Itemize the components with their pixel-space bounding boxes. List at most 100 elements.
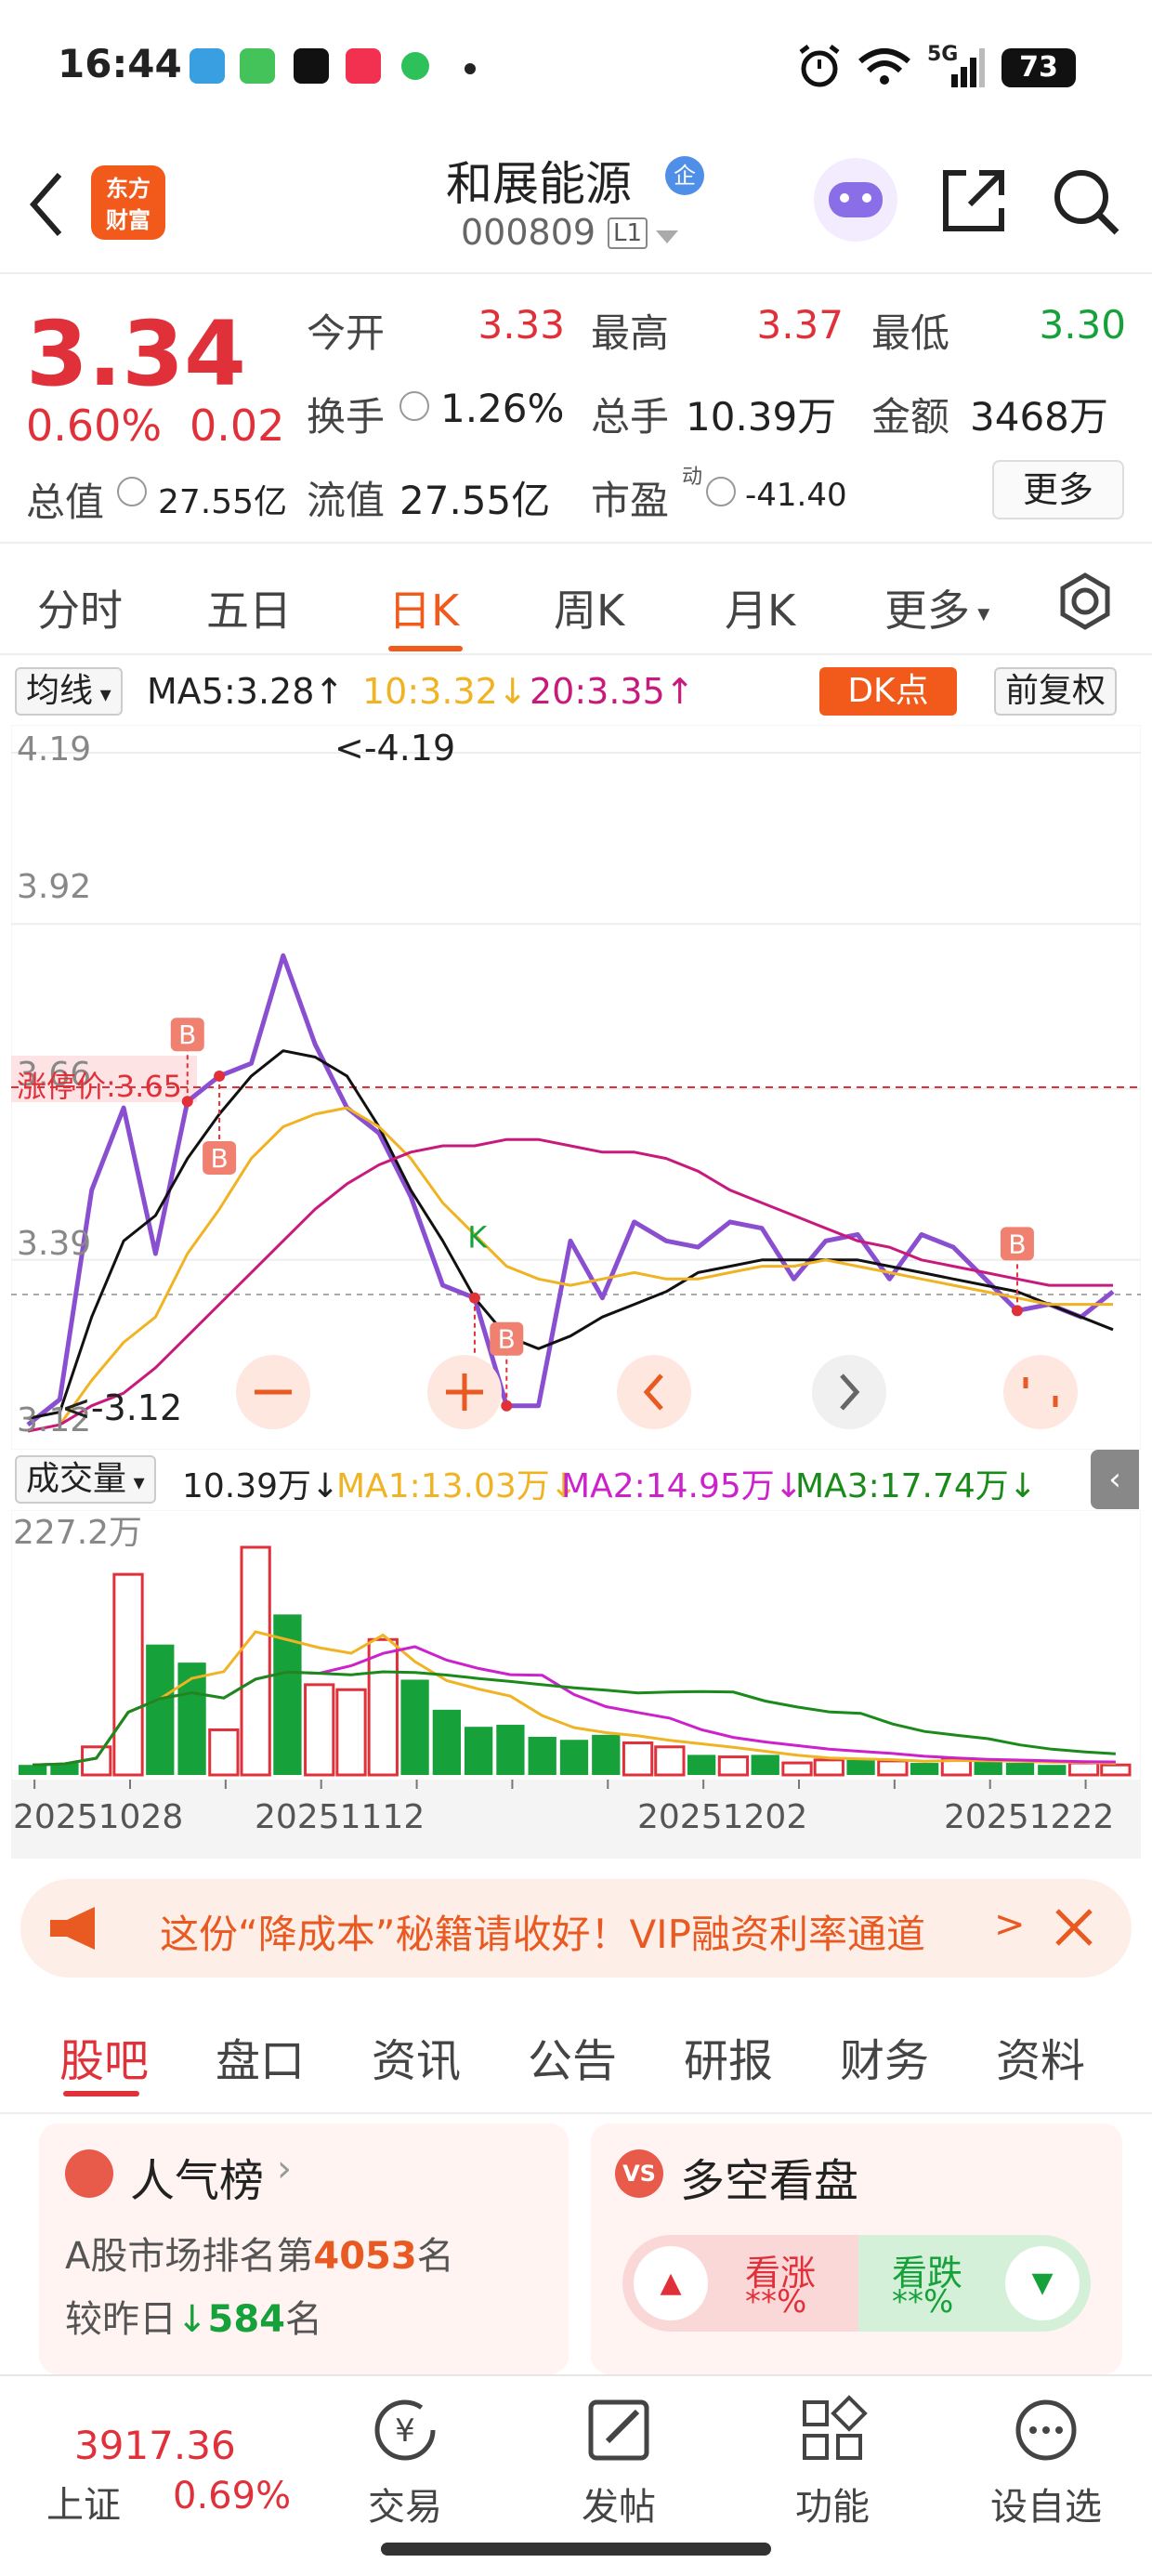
nav-add-watchlist[interactable]: 设自选 (962, 2395, 1130, 2530)
b-marker-label: B (178, 1019, 196, 1050)
nav-post[interactable]: 发帖 (535, 2395, 702, 2530)
volume-bar (1067, 1761, 1100, 1777)
battery-indicator: 73 (1001, 48, 1076, 87)
tab-profile[interactable]: 资料 (996, 2024, 1085, 2089)
amount-value: 3468万 (970, 394, 1108, 440)
low-label: 最低 (871, 310, 950, 356)
xiaohongshu-icon (346, 48, 381, 84)
scroll-left-button[interactable] (617, 1355, 691, 1429)
level-badge: L1 (608, 217, 648, 249)
tab-weekly-k[interactable]: 周K (554, 577, 624, 638)
volume-bar (240, 1545, 271, 1777)
tab-monthly-k[interactable]: 月K (725, 577, 795, 638)
volume-bar (751, 1755, 779, 1775)
ma5-value: MA5:3.28↑ (147, 671, 345, 712)
volume-bar (1038, 1765, 1067, 1775)
high-value: 3.37 (756, 302, 844, 348)
info-icon[interactable] (117, 477, 147, 506)
tab-research[interactable]: 研报 (684, 2024, 773, 2089)
popularity-title: 人气榜 (130, 2155, 265, 2207)
volume-bar (496, 1725, 525, 1775)
close-icon[interactable] (1052, 1905, 1096, 1950)
share-icon[interactable] (938, 165, 1009, 236)
enterprise-badge: 企 (665, 156, 704, 195)
volume-bar (146, 1644, 175, 1775)
tab-news[interactable]: 资讯 (372, 2024, 461, 2089)
content-tabs: 股吧 盘口 资讯 公告 研报 财务 资料 (0, 1998, 1152, 2114)
volume-label: 总手 (591, 394, 670, 440)
chat-icon (401, 52, 429, 80)
adjust-button[interactable]: 前复权 (994, 667, 1118, 716)
gear-icon[interactable] (1055, 572, 1115, 631)
float-label: 流值 (307, 478, 386, 523)
chevron-down-icon[interactable] (656, 230, 678, 245)
nav-functions[interactable]: 功能 (749, 2395, 916, 2530)
bull-button[interactable]: ▲ 看涨 **% (622, 2235, 864, 2332)
chart-icon (65, 2149, 113, 2198)
ma20-value: 20:3.35↑ (530, 671, 695, 712)
info-icon[interactable] (399, 391, 429, 421)
tab-more[interactable]: 更多 ▾ (884, 577, 989, 638)
tab-announcements[interactable]: 公告 (528, 2024, 617, 2089)
volume-bar (432, 1709, 461, 1775)
assistant-avatar[interactable] (814, 158, 897, 242)
zoom-in-button[interactable] (427, 1355, 502, 1429)
nav-trade[interactable]: ¥ 交易 (321, 2395, 489, 2530)
info-icon[interactable] (706, 477, 736, 506)
svg-text:¥: ¥ (395, 2412, 415, 2450)
bear-button[interactable]: 看跌 **% ▼ (858, 2235, 1091, 2332)
current-price: 3.34 (26, 302, 246, 406)
chart-period-tabs: 分时 五日 日K 周K 月K 更多 ▾ (0, 553, 1152, 655)
telegram-icon (190, 48, 225, 84)
signal-icon (951, 48, 985, 87)
dot-icon (465, 63, 476, 74)
back-icon[interactable] (26, 169, 67, 240)
volume-chart[interactable]: 227.2万 20251028 20251112 20251202 202512… (10, 1509, 1142, 1860)
promo-banner[interactable]: 这份“降成本”秘籍请收好！VIP融资利率通道 > (20, 1879, 1132, 1978)
home-indicator[interactable] (381, 2543, 771, 2556)
volume-bar (528, 1736, 556, 1775)
b-marker-label: B (498, 1324, 516, 1355)
tab-daily-k[interactable]: 日K (388, 577, 459, 638)
pe-dynamic-sup: 动 (682, 466, 703, 489)
rank-change-text: 较昨日↓584名 (65, 2298, 323, 2341)
max-price-marker: <-4.19 (334, 728, 455, 769)
date-label: 20251222 (944, 1798, 1114, 1836)
popularity-card[interactable]: 人气榜 › A股市场排名第4053名 较昨日↓584名 (39, 2123, 569, 2374)
tab-forum[interactable]: 股吧 (59, 2024, 149, 2089)
scroll-right-button[interactable] (812, 1355, 886, 1429)
dk-point-button[interactable]: DK点 (819, 667, 957, 716)
volume-bar (112, 1572, 144, 1777)
search-icon[interactable] (1050, 165, 1122, 238)
limit-up-label: 涨停价:3.65 (17, 1069, 182, 1104)
tiktok-icon (294, 48, 329, 84)
active-tab-indicator (63, 2091, 139, 2096)
yuan-icon: ¥ (374, 2399, 436, 2461)
expand-button[interactable] (1003, 1355, 1078, 1429)
volume-bar (304, 1683, 335, 1777)
indicator-selector[interactable]: 均线 ▾ (15, 667, 123, 716)
index-ticker[interactable]: 3917.36 上证 0.69% (37, 2404, 316, 2534)
more-button[interactable]: 更多 (992, 460, 1124, 519)
tab-finance[interactable]: 财务 (840, 2024, 929, 2089)
zoom-out-button[interactable] (236, 1355, 310, 1429)
turnover-value: 1.26% (440, 386, 565, 431)
volume-bar (400, 1679, 429, 1775)
volume-bar (813, 1758, 844, 1777)
kline-chart[interactable]: BBBBBK 4.19 3.92 3.66 3.39 3.12 涨停价:3.65… (10, 724, 1142, 1451)
tab-order-book[interactable]: 盘口 (216, 2024, 305, 2089)
volume-selector[interactable]: 成交量 ▾ (15, 1455, 156, 1504)
open-value: 3.33 (478, 302, 565, 348)
more-dots-icon (1015, 2399, 1077, 2461)
tab-intraday[interactable]: 分时 (37, 577, 123, 638)
date-label: 20251202 (637, 1798, 807, 1836)
edit-icon (588, 2399, 649, 2461)
b-marker-label: B (1008, 1229, 1026, 1259)
volume-bar (622, 1741, 654, 1777)
collapse-panel-button[interactable]: ‹ (1091, 1450, 1139, 1509)
min-price-marker: <-3.12 (61, 1387, 182, 1428)
date-label: 20251028 (13, 1798, 183, 1836)
turnover-label: 换手 (307, 394, 386, 440)
tab-five-day[interactable]: 五日 (206, 577, 292, 638)
alarm-icon (799, 45, 840, 87)
